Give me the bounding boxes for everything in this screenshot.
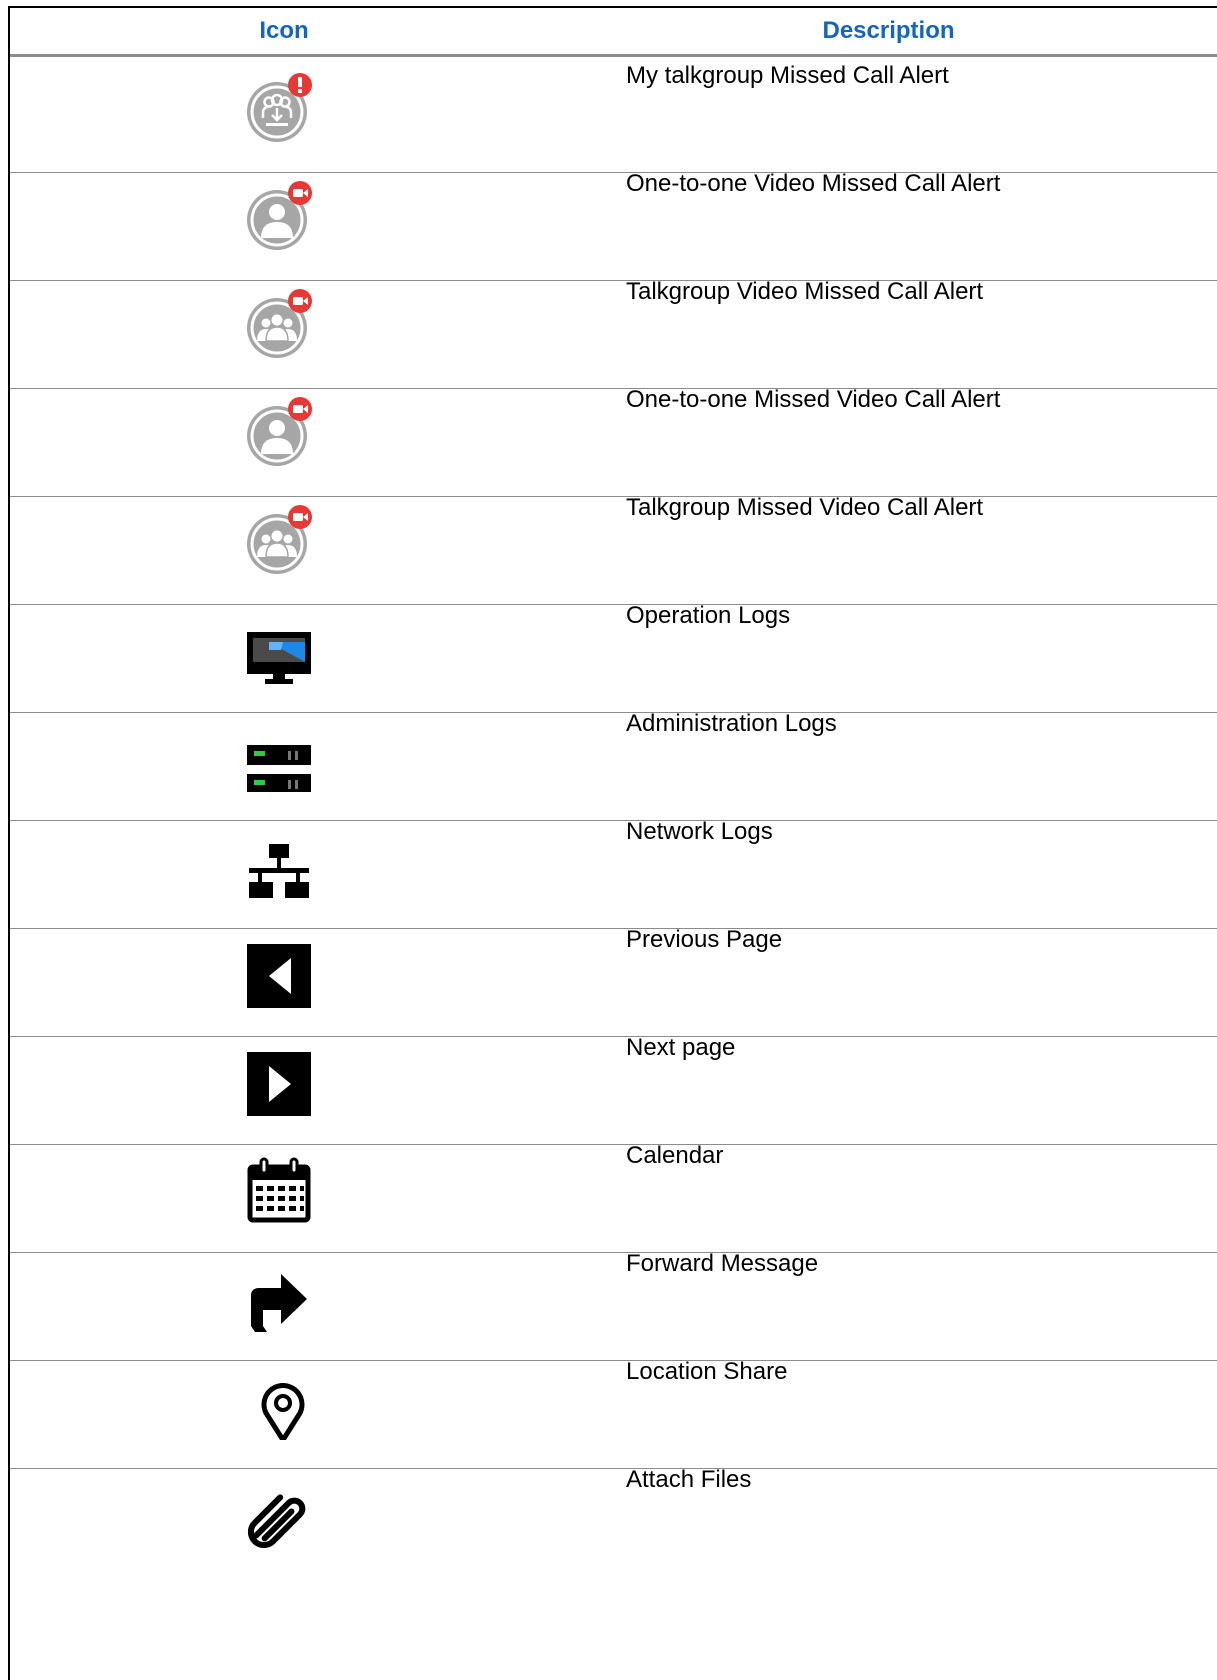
table-row: One-to-one Video Missed Call Alert (10, 165, 1217, 281)
row-description: Administration Logs (626, 710, 837, 737)
table-row: Calendar (10, 1137, 1217, 1253)
paperclip-icon (243, 1476, 315, 1548)
table-row: Operation Logs (10, 597, 1217, 713)
description-column-header: Description (822, 17, 955, 44)
one-to-one-missed-video-call-alert-icon (243, 396, 315, 468)
table-row: Location Share (10, 1353, 1217, 1469)
table-row: Talkgroup Missed Video Call Alert (10, 489, 1217, 605)
table-row: My talkgroup Missed Call Alert (10, 57, 1217, 173)
talkgroup-missed-video-call-alert-icon (243, 504, 315, 576)
row-description: Talkgroup Video Missed Call Alert (626, 278, 984, 305)
table-row: Administration Logs (10, 705, 1217, 821)
row-description: Previous Page (626, 926, 783, 953)
next-page-icon (243, 1044, 315, 1116)
row-description: Network Logs (626, 818, 773, 845)
icon-description-table: Icon Description My talkgroup Missed Cal… (8, 6, 1217, 1680)
table-row: Attach Files (10, 1461, 1217, 1577)
row-description: Operation Logs (626, 602, 791, 629)
table-row: Previous Page (10, 921, 1217, 1037)
row-description: Location Share (626, 1358, 788, 1385)
icon-column-header: Icon (259, 17, 309, 44)
row-description: One-to-one Missed Video Call Alert (626, 386, 1001, 413)
table-row: Forward Message (10, 1245, 1217, 1361)
location-pin-icon (243, 1368, 315, 1440)
table-header: Icon Description (10, 8, 1217, 57)
row-description: Calendar (626, 1142, 724, 1169)
server-icon (243, 720, 315, 792)
network-icon (243, 828, 315, 900)
monitor-icon (243, 612, 315, 684)
calendar-icon (243, 1152, 315, 1224)
row-description: Attach Files (626, 1466, 752, 1493)
row-description: Forward Message (626, 1250, 819, 1277)
row-description: Talkgroup Missed Video Call Alert (626, 494, 984, 521)
table-row: Talkgroup Video Missed Call Alert (10, 273, 1217, 389)
one-to-one-video-missed-call-alert-icon (243, 180, 315, 252)
talkgroup-video-missed-call-alert-icon (243, 288, 315, 360)
row-description: Next page (626, 1034, 736, 1061)
table-row: Network Logs (10, 813, 1217, 929)
talkgroup-missed-call-alert-icon (243, 72, 315, 144)
previous-page-icon (243, 936, 315, 1008)
forward-arrow-icon (243, 1260, 315, 1332)
row-description: My talkgroup Missed Call Alert (626, 62, 949, 89)
row-description: One-to-one Video Missed Call Alert (626, 170, 1001, 197)
table-row: Next page (10, 1029, 1217, 1145)
table-row: One-to-one Missed Video Call Alert (10, 381, 1217, 497)
